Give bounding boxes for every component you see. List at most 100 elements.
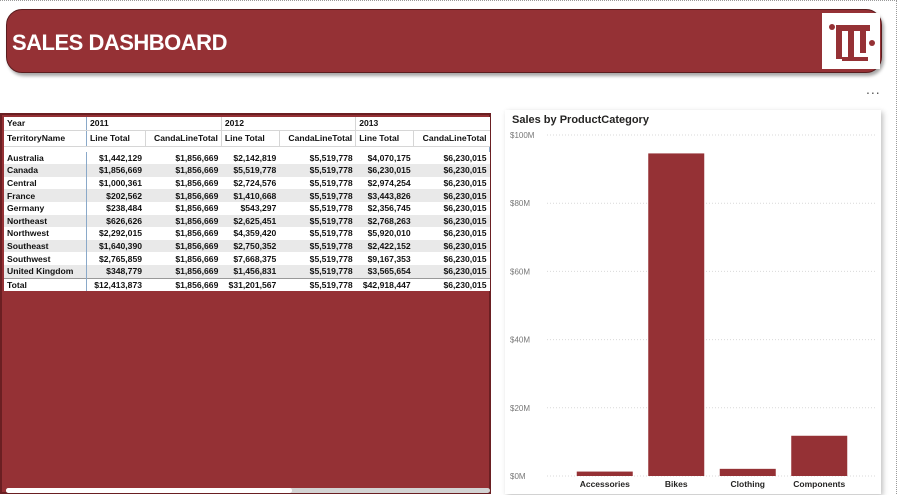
value-cell: $1,856,669 [175,228,219,239]
value-cell: $1,856,669 [175,178,219,189]
sales-by-category-chart: $0M $20M $40M $60M $80M $100M Accessories Bikes… [510,131,875,489]
column-header: Line Total [86,130,146,147]
value-cell: $6,230,015 [413,239,490,253]
page-title: SALES DASHBOARD [12,30,227,55]
bar[interactable] [791,435,848,476]
value-cell: $6,230,015 [443,203,487,214]
value-cell: $2,765,859 [99,253,143,264]
value-cell: $3,565,654 [355,264,414,279]
value-cell: $2,768,263 [355,214,414,228]
matrix-panel: Year 2011 2012 2013 TerritoryName Line Total C… [0,113,491,494]
value-cell: $6,230,015 [413,164,490,177]
scrollbar-thumb[interactable] [6,488,292,493]
value-cell: $4,359,420 [233,228,277,239]
value-cell: $2,292,015 [99,228,143,239]
value-cell: $2,356,745 [367,203,411,214]
table-row: Canada $1,856,669 $1,856,669 $5,519,778 $5,5… [4,164,490,177]
value-cell: $2,422,152 [355,239,414,253]
value-cell: $3,443,826 [355,189,414,202]
territory-name: Australia [4,151,87,165]
territory-name: France [4,189,87,202]
total-value-cell: $31,201,567 [221,277,280,292]
value-cell: $6,230,015 [413,264,490,279]
table-row: Southwest $2,765,859 $1,856,669 $7,668,375 $… [4,252,490,265]
value-cell: $5,519,778 [221,164,280,177]
value-cell: $1,442,129 [99,152,143,163]
value-cell: $6,230,015 [443,178,487,189]
value-cell: $6,230,015 [443,152,487,163]
column-header: CandaLineTotal [413,130,490,147]
chart-panel: Sales by ProductCategory $0M $20M $40M $60M… [505,110,881,494]
value-cell: $2,750,352 [221,239,280,253]
value-cell: $6,230,015 [413,189,490,202]
value-cell: $6,230,015 [355,164,414,177]
total-value-cell: $42,918,447 [355,277,414,292]
total-value-cell: $5,519,778 [279,277,356,292]
value-cell: $1,410,668 [221,189,280,202]
table-row: France $202,562 $1,856,669 $1,410,668 $5,519… [4,189,490,202]
value-cell: $1,640,390 [86,239,146,253]
x-tick-label: Components [793,479,845,489]
table-row: Northeast $626,626 $1,856,669 $2,625,451 $5,… [4,214,490,228]
column-header-row: TerritoryName Line Total CandaLineTotal Lin… [4,130,490,147]
value-cell: $7,668,375 [233,253,277,264]
territory-name: Northeast [4,214,87,228]
table-row: United Kingdom $348,779 $1,856,669 $1,456,8… [4,264,490,279]
value-cell: $1,856,669 [145,164,222,177]
value-cell: $6,230,015 [413,214,490,228]
value-cell: $1,456,831 [221,264,280,279]
territory-name: Canada [4,164,87,177]
territory-name: United Kingdom [4,264,87,279]
value-cell: $6,230,015 [443,228,487,239]
horizontal-scrollbar[interactable] [6,488,490,493]
value-cell: $348,779 [86,264,146,279]
value-cell: $1,856,669 [145,189,222,202]
value-cell: $1,856,669 [86,164,146,177]
total-label: Total [4,277,87,292]
table-row: Germany $238,484 $1,856,669 $543,297 $5,519,… [4,201,490,215]
value-cell: $202,562 [86,189,146,202]
year-header: 2011 [86,117,222,131]
bar[interactable] [576,471,633,476]
bar[interactable] [719,468,776,476]
value-cell: $626,626 [86,214,146,228]
y-tick-label: $80M [510,199,530,208]
table-row: Northwest $2,292,015 $1,856,669 $4,359,420 $… [4,227,490,240]
value-cell: $5,519,778 [309,253,353,264]
value-cell: $6,230,015 [443,253,487,264]
x-tick-label: Accessories [580,479,630,489]
bar[interactable] [648,153,705,476]
value-cell: $1,000,361 [99,178,143,189]
y-tick-label: $20M [510,404,530,413]
more-options-icon[interactable]: ... [866,82,881,96]
value-cell: $5,519,778 [309,178,353,189]
y-tick-label: $60M [510,267,530,276]
column-header: Line Total [355,130,414,147]
column-header: Line Total [220,130,280,147]
value-cell: $2,142,819 [233,152,277,163]
year-header: 2012 [220,117,356,131]
value-cell: $1,856,669 [175,203,219,214]
territory-name: Northwest [4,227,87,240]
value-cell: $5,920,010 [367,228,411,239]
year-header-row: Year 2011 2012 2013 [4,117,490,131]
dashboard-header: SALES DASHBOARD [6,9,882,73]
total-value-cell: $6,230,015 [413,277,490,292]
year-header: 2013 [355,117,490,131]
iti-logo [822,13,880,69]
value-cell: $2,625,451 [221,214,280,228]
value-cell: $543,297 [240,203,277,214]
table-row: Central $1,000,361 $1,856,669 $2,724,576 $5,… [4,176,490,190]
value-cell: $238,484 [106,203,143,214]
value-cell: $5,519,778 [309,228,353,239]
column-header: CandaLineTotal [144,130,222,147]
territory-name: Central [4,176,87,190]
value-cell: $5,519,778 [279,264,356,279]
y-tick-label: $40M [510,336,530,345]
sales-matrix: Year 2011 2012 2013 TerritoryName Line Total C… [4,117,490,292]
value-cell: $1,856,669 [145,264,222,279]
value-cell: $1,856,669 [175,253,219,264]
value-cell: $2,974,254 [367,178,411,189]
value-cell: $9,167,353 [367,253,411,264]
x-tick-label: Clothing [731,479,765,489]
